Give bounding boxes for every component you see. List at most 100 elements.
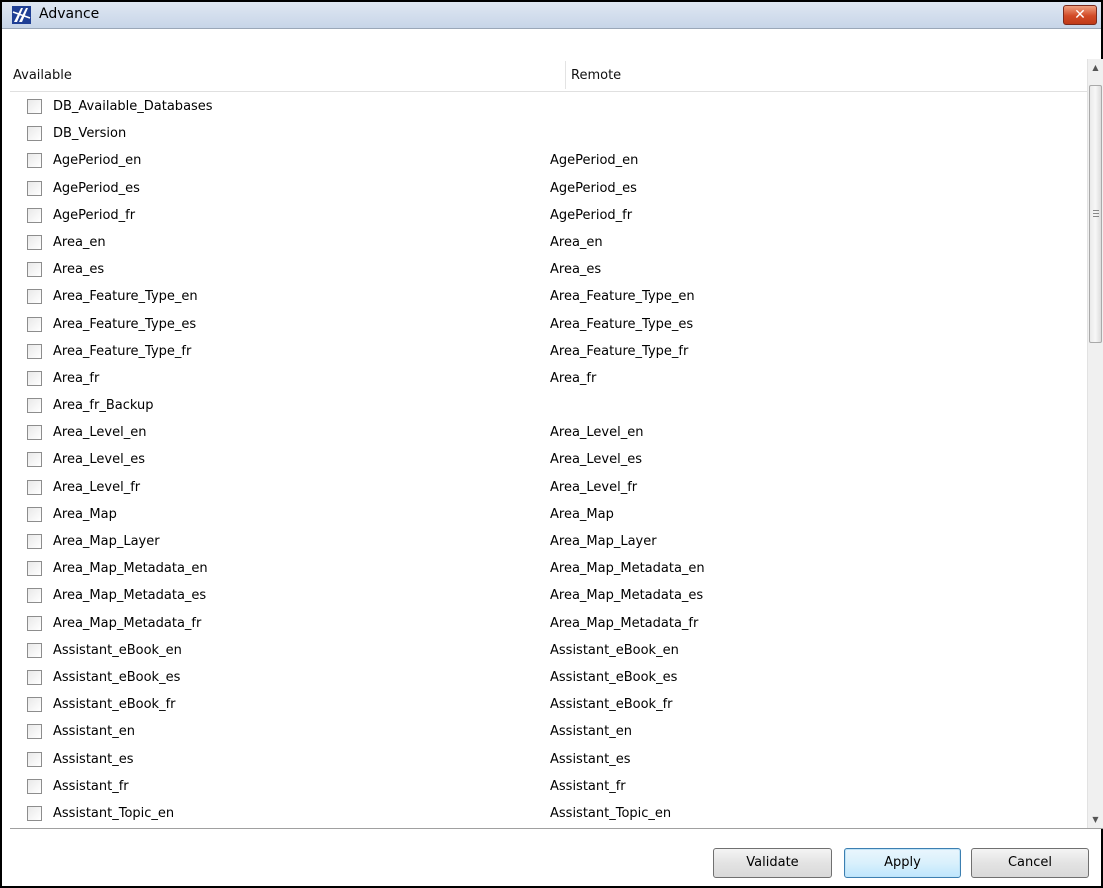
row-checkbox[interactable] [27,697,42,713]
row-checkbox[interactable] [27,642,42,658]
row-checkbox[interactable] [27,289,42,305]
cell-available: Assistant_eBook_fr [53,697,176,713]
scrollbar-thumb[interactable] [1089,85,1102,343]
table-row[interactable]: Area_fr_Backup [10,393,1087,420]
row-checkbox[interactable] [27,180,42,196]
column-divider[interactable] [565,61,566,89]
row-checkbox[interactable] [27,561,42,577]
cell-remote: Area_Level_es [550,452,643,468]
table-row[interactable]: DB_Available_Databases [10,94,1087,121]
row-checkbox[interactable] [27,370,42,386]
row-checkbox[interactable] [27,343,42,359]
cell-available: Area_Level_es [53,452,146,468]
table-row[interactable]: AgePeriod_es AgePeriod_es [10,176,1087,203]
cell-available: Area_Feature_Type_en [53,289,198,305]
table-row[interactable]: Area_Level_es Area_Level_es [10,447,1087,474]
cell-remote: Assistant_eBook_fr [550,697,673,713]
row-checkbox[interactable] [27,234,42,250]
scroll-down-icon[interactable]: ▼ [1088,811,1103,828]
cell-available: Assistant_eBook_en [53,642,182,658]
cell-remote: Assistant_Topic_en [550,805,672,821]
vertical-scrollbar[interactable]: ▲ ▼ [1087,59,1103,828]
column-header-available[interactable]: Available [13,68,72,83]
cell-available: Assistant_eBook_es [53,669,181,685]
cell-remote: Area_Map_Layer [550,534,657,549]
cell-available: Area_en [53,234,106,250]
table-row[interactable]: Area_Map Area_Map [10,502,1087,529]
table-row[interactable]: AgePeriod_fr AgePeriod_fr [10,203,1087,230]
row-checkbox[interactable] [27,588,42,604]
table-body: DB_Available_Databases DB_Version AgePerio… [10,94,1087,827]
table-row[interactable]: Area_Feature_Type_es Area_Feature_Type_es [10,312,1087,339]
validate-button[interactable]: Validate [713,848,832,878]
column-header-remote[interactable]: Remote [571,68,621,83]
cell-remote: Area_Map [550,506,614,522]
table-row[interactable]: Area_Feature_Type_fr Area_Feature_Type_fr [10,339,1087,366]
row-checkbox[interactable] [27,751,42,767]
cell-remote: Area_fr [550,370,597,386]
table-row[interactable]: Area_en Area_en [10,230,1087,257]
close-button[interactable]: ✕ [1063,5,1097,25]
row-checkbox[interactable] [27,316,42,332]
table-row[interactable]: Assistant_eBook_fr Assistant_eBook_fr [10,692,1087,719]
cell-available: AgePeriod_en [53,153,142,169]
row-checkbox[interactable] [27,506,42,522]
table-row[interactable]: Area_Feature_Type_en Area_Feature_Type_en [10,284,1087,311]
title-bar[interactable]: Advance ✕ [2,2,1101,29]
scroll-up-icon[interactable]: ▲ [1088,59,1103,76]
row-checkbox[interactable] [27,99,42,114]
table-row[interactable]: Area_Map_Metadata_es Area_Map_Metadata_es [10,583,1087,610]
row-checkbox[interactable] [27,778,42,794]
row-checkbox[interactable] [27,452,42,468]
cell-remote: Area_Level_fr [550,479,638,495]
table-row[interactable]: Area_Level_fr Area_Level_fr [10,475,1087,502]
row-checkbox[interactable] [27,479,42,495]
row-checkbox[interactable] [27,534,42,549]
row-checkbox[interactable] [27,398,42,414]
table-row[interactable]: Area_Level_en Area_Level_en [10,420,1087,447]
cell-available: Assistant_en [53,724,135,740]
row-checkbox[interactable] [27,805,42,821]
row-checkbox[interactable] [27,207,42,223]
row-checkbox[interactable] [27,724,42,740]
row-checkbox[interactable] [27,126,42,142]
table-header: Available Remote [10,59,1087,92]
cell-available: DB_Version [53,126,127,142]
row-checkbox[interactable] [27,262,42,278]
close-icon: ✕ [1074,7,1086,23]
cell-remote: Area_Map_Metadata_fr [550,615,699,631]
cell-available: Area_Level_en [53,425,147,441]
cell-available: Area_es [53,262,105,278]
row-checkbox[interactable] [27,153,42,169]
table-row[interactable]: Assistant_en Assistant_en [10,719,1087,746]
table-row[interactable]: Area_es Area_es [10,257,1087,284]
table-row[interactable]: Assistant_es Assistant_es [10,747,1087,774]
cell-available: Area_Map [53,506,117,522]
cell-available: AgePeriod_es [53,180,140,196]
table-row[interactable]: Area_Map_Layer Area_Map_Layer [10,529,1087,556]
table-row[interactable]: Assistant_eBook_en Assistant_eBook_en [10,638,1087,665]
table-row[interactable]: DB_Version [10,121,1087,148]
cell-available: Area_Map_Metadata_es [53,588,207,604]
cell-remote: Assistant_eBook_es [550,669,678,685]
cell-remote: Assistant_es [550,751,631,767]
table-row[interactable]: Assistant_Topic_en Assistant_Topic_en [10,801,1087,827]
cell-available: Area_Map_Metadata_en [53,561,208,577]
row-checkbox[interactable] [27,425,42,441]
table-row[interactable]: Area_Map_Metadata_en Area_Map_Metadata_en [10,556,1087,583]
cell-remote: Area_Feature_Type_en [550,289,695,305]
cell-available: Area_fr_Backup [53,398,154,414]
cancel-button[interactable]: Cancel [971,848,1089,878]
apply-button[interactable]: Apply [844,848,961,878]
row-checkbox[interactable] [27,615,42,631]
cell-available: Assistant_Topic_en [53,805,175,821]
table-row[interactable]: Assistant_fr Assistant_fr [10,774,1087,801]
cell-remote: AgePeriod_en [550,153,639,169]
table-row[interactable]: Area_Map_Metadata_fr Area_Map_Metadata_fr [10,611,1087,638]
cell-remote: Area_en [550,234,603,250]
table-row[interactable]: Area_fr Area_fr [10,366,1087,393]
cell-remote: Area_Feature_Type_es [550,316,694,332]
row-checkbox[interactable] [27,669,42,685]
table-row[interactable]: AgePeriod_en AgePeriod_en [10,148,1087,175]
table-row[interactable]: Assistant_eBook_es Assistant_eBook_es [10,665,1087,692]
